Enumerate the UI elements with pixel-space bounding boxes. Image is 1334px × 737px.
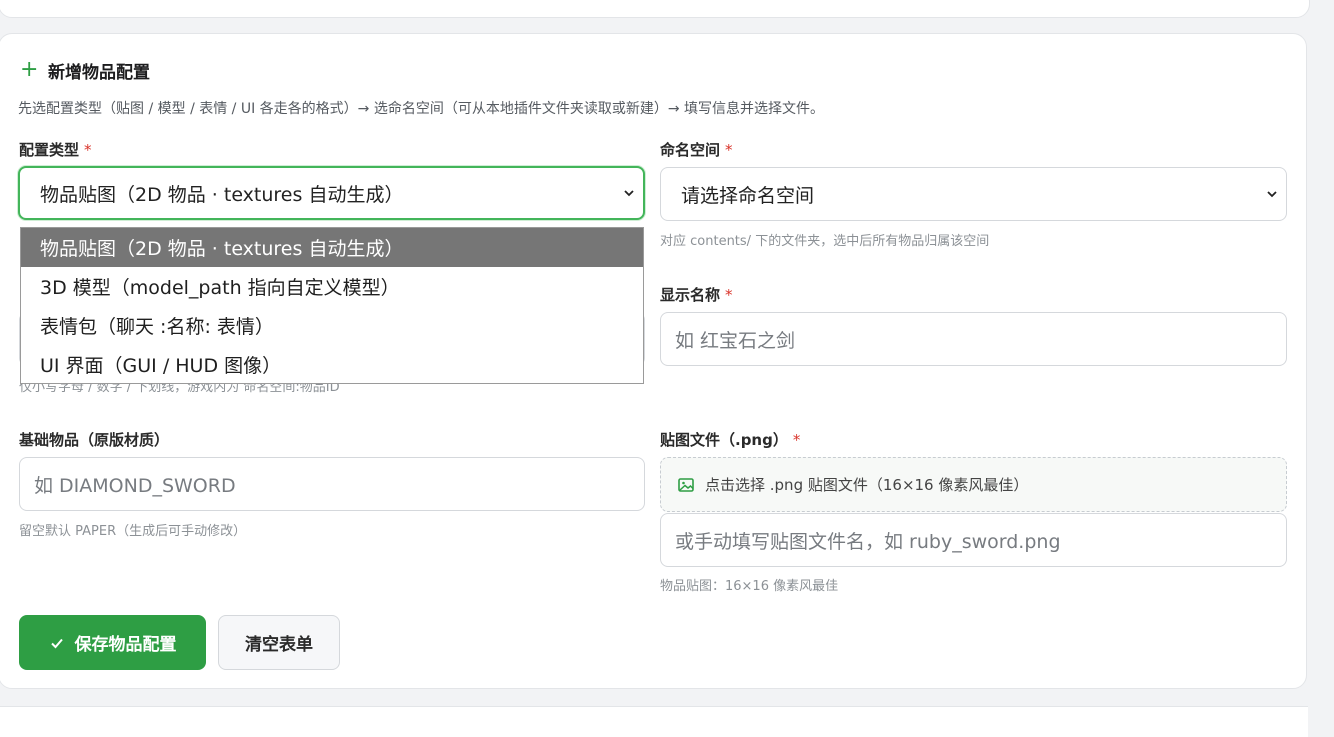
namespace-select[interactable]: 请选择命名空间 <box>660 167 1287 221</box>
required-mark: * <box>84 141 92 159</box>
config-type-value: 物品贴图（2D 物品 · textures 自动生成） <box>40 183 404 206</box>
clear-form-button[interactable]: 清空表单 <box>218 615 340 670</box>
config-type-select[interactable]: 物品贴图（2D 物品 · textures 自动生成） <box>18 166 645 220</box>
display-name-label: 显示名称 * <box>660 286 733 304</box>
chevron-down-icon <box>624 190 634 197</box>
check-icon <box>50 638 63 648</box>
namespace-value: 请选择命名空间 <box>681 184 815 207</box>
save-button[interactable]: 保存物品配置 <box>19 615 206 670</box>
required-mark: * <box>725 141 733 159</box>
base-item-input[interactable]: 如 DIAMOND_SWORD <box>19 457 645 511</box>
display-name-placeholder: 如 红宝石之剑 <box>675 329 796 352</box>
config-type-dropdown: 物品贴图（2D 物品 · textures 自动生成） 3D 模型（model_… <box>20 227 644 384</box>
card-description: 先选配置类型（贴图 / 模型 / 表情 / UI 各走各的格式）→ 选命名空间（… <box>18 101 825 117</box>
base-item-label: 基础物品（原版材质） <box>19 431 170 449</box>
card-header: + 新增物品配置 <box>20 57 150 83</box>
namespace-label: 命名空间 * <box>660 141 733 159</box>
texture-file-label: 贴图文件（.png） * <box>660 431 801 449</box>
namespace-hint: 对应 contents/ 下的文件夹，选中后所有物品归属该空间 <box>660 234 990 249</box>
required-mark: * <box>725 286 733 304</box>
display-name-input[interactable]: 如 红宝石之剑 <box>660 312 1287 366</box>
dropdown-option[interactable]: 3D 模型（model_path 指向自定义模型） <box>21 267 643 306</box>
texture-filename-input[interactable]: 或手动填写贴图文件名，如 ruby_sword.png <box>660 513 1287 567</box>
texture-picker-text: 点击选择 .png 贴图文件（16×16 像素风最佳） <box>705 476 1029 494</box>
texture-file-picker[interactable]: 点击选择 .png 贴图文件（16×16 像素风最佳） <box>660 457 1287 512</box>
texture-filename-placeholder: 或手动填写贴图文件名，如 ruby_sword.png <box>675 530 1061 553</box>
dropdown-option[interactable]: 表情包（聊天 :名称: 表情） <box>21 306 643 345</box>
chevron-down-icon <box>1267 191 1277 198</box>
save-button-label: 保存物品配置 <box>74 635 177 655</box>
card-title: 新增物品配置 <box>48 62 150 83</box>
clear-button-label: 清空表单 <box>245 635 313 655</box>
plus-icon: + <box>20 57 39 82</box>
dropdown-option[interactable]: 物品贴图（2D 物品 · textures 自动生成） <box>21 228 643 267</box>
dropdown-option[interactable]: UI 界面（GUI / HUD 图像） <box>21 345 643 384</box>
config-type-label: 配置类型 * <box>19 141 92 159</box>
base-item-hint: 留空默认 PAPER（生成后可手动修改） <box>19 524 247 539</box>
previous-card <box>0 0 1310 18</box>
texture-file-hint: 物品贴图：16×16 像素风最佳 <box>660 579 839 594</box>
required-mark: * <box>792 431 801 449</box>
base-item-placeholder: 如 DIAMOND_SWORD <box>34 474 236 497</box>
image-icon <box>678 477 694 492</box>
